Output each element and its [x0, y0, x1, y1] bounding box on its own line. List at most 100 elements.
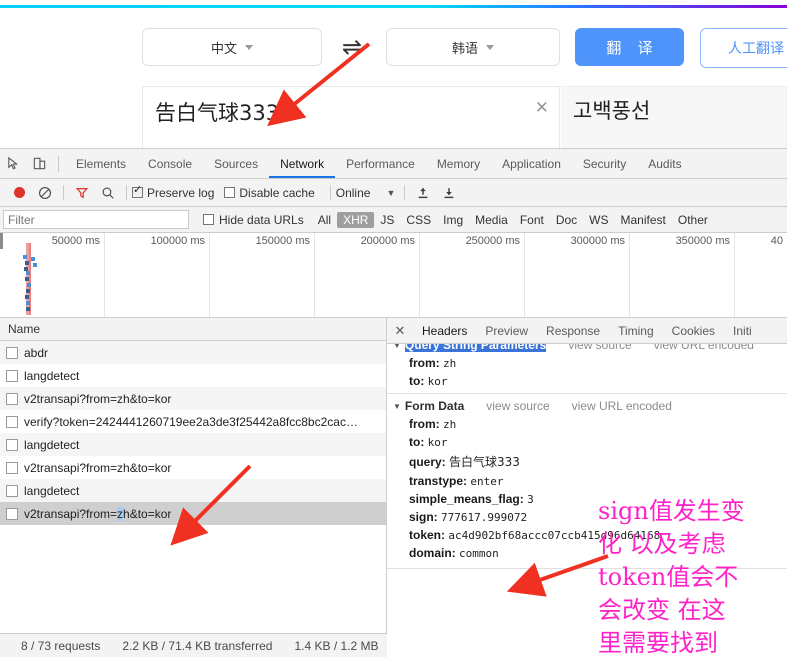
checkbox-icon: [132, 183, 143, 198]
source-language-label: 中文: [210, 40, 237, 56]
table-row[interactable]: langdetect: [0, 364, 386, 387]
view-source-link[interactable]: view source: [486, 399, 549, 413]
inspect-element-icon[interactable]: [0, 149, 26, 178]
view-url-encoded-link[interactable]: view URL encoded: [572, 399, 672, 413]
param-key: to:: [409, 435, 425, 449]
network-status-bar: 8 / 73 requests 2.2 KB / 71.4 KB transfe…: [0, 633, 387, 657]
param-value: enter: [470, 475, 504, 488]
type-filter-all[interactable]: All: [312, 212, 337, 228]
overview-tick-label: 100000 ms: [150, 235, 205, 247]
request-list-header[interactable]: Name: [0, 318, 386, 341]
type-filter-js[interactable]: JS: [374, 212, 400, 228]
row-checkbox-icon[interactable]: [6, 415, 18, 428]
swap-languages-icon[interactable]: ⇌: [334, 34, 370, 62]
checkbox-icon: [203, 214, 214, 225]
table-row-selected[interactable]: v2transapi?from=zh&to=kor: [0, 502, 386, 525]
details-tab-headers[interactable]: Headers: [413, 318, 476, 343]
devtools-tab-audits[interactable]: Audits: [637, 149, 692, 178]
type-filter-xhr[interactable]: XHR: [337, 211, 375, 228]
details-tab-preview[interactable]: Preview: [476, 318, 537, 343]
table-row[interactable]: langdetect: [0, 433, 386, 456]
source-language-select[interactable]: 中文: [142, 28, 322, 66]
query-string-parameters-section-header[interactable]: ▼ Query String Parameters view source vi…: [387, 344, 787, 354]
devtools-tab-console[interactable]: Console: [137, 149, 203, 178]
request-list-pane: Name abdr langdetect v2transapi?from=zh&…: [0, 318, 387, 636]
devtools-tab-security[interactable]: Security: [572, 149, 637, 178]
overview-blip: [33, 263, 37, 267]
row-checkbox-icon[interactable]: [6, 369, 18, 382]
request-name: abdr: [24, 345, 49, 360]
overview-tick-label: 40: [770, 235, 783, 247]
human-translate-button[interactable]: 人工翻译: [700, 28, 787, 68]
network-toolbar: Preserve log Disable cache Online ▼: [0, 179, 787, 207]
hide-data-urls-checkbox[interactable]: Hide data URLs: [203, 213, 304, 227]
details-tab-cookies[interactable]: Cookies: [663, 318, 724, 343]
table-row[interactable]: abdr: [0, 341, 386, 364]
devtools-tab-network[interactable]: Network: [269, 149, 335, 178]
overview-blip: [26, 301, 30, 305]
devtools-tab-performance[interactable]: Performance: [335, 149, 426, 178]
type-filter-manifest[interactable]: Manifest: [615, 212, 672, 228]
table-row[interactable]: v2transapi?from=zh&to=kor: [0, 456, 386, 479]
preserve-log-checkbox[interactable]: Preserve log: [132, 183, 214, 200]
param-key: simple_means_flag:: [409, 492, 524, 506]
table-row[interactable]: verify?token=2424441260719ee2a3de3f25442…: [0, 410, 386, 433]
devtools-tab-elements[interactable]: Elements: [65, 149, 137, 178]
row-checkbox-icon[interactable]: [6, 507, 18, 520]
row-checkbox-icon[interactable]: [6, 346, 18, 359]
translation-result-area: 고백풍선: [561, 86, 787, 148]
resource-type-filters: All XHR JS CSS Img Media Font Doc WS Man…: [312, 211, 714, 228]
disable-cache-checkbox[interactable]: Disable cache: [224, 186, 315, 200]
view-url-encoded-link[interactable]: view URL encoded: [654, 344, 754, 352]
translate-button[interactable]: 翻 译: [575, 28, 684, 66]
search-button[interactable]: [95, 180, 121, 206]
clear-button[interactable]: [32, 180, 58, 206]
type-filter-img[interactable]: Img: [437, 212, 469, 228]
type-filter-doc[interactable]: Doc: [550, 212, 583, 228]
view-source-link[interactable]: view source: [568, 344, 631, 352]
row-checkbox-icon[interactable]: [6, 438, 18, 451]
divider: [404, 185, 406, 200]
type-filter-css[interactable]: CSS: [400, 212, 437, 228]
clear-icon[interactable]: ✕: [535, 99, 549, 116]
throttling-select[interactable]: Online ▼: [336, 186, 396, 200]
close-icon[interactable]: ✕: [387, 323, 413, 339]
throttling-value: Online: [335, 185, 371, 200]
details-tab-initiator[interactable]: Initi: [724, 318, 761, 343]
row-checkbox-icon[interactable]: [6, 392, 18, 405]
query-param-row: to: kor: [387, 372, 787, 390]
row-checkbox-icon[interactable]: [6, 484, 18, 497]
details-tab-response[interactable]: Response: [537, 318, 609, 343]
filter-input[interactable]: [3, 210, 189, 229]
table-row[interactable]: langdetect: [0, 479, 386, 502]
devtools-tab-memory[interactable]: Memory: [426, 149, 491, 178]
details-tab-timing[interactable]: Timing: [609, 318, 663, 343]
row-checkbox-icon[interactable]: [6, 461, 18, 474]
network-overview-timeline[interactable]: 50000 ms 100000 ms 150000 ms 200000 ms 2…: [0, 233, 787, 318]
device-toolbar-icon[interactable]: [26, 149, 52, 178]
divider: [329, 185, 331, 200]
overview-tick-label: 50000 ms: [51, 235, 100, 247]
form-data-section-header[interactable]: ▼ Form Data view source view URL encoded: [387, 397, 787, 415]
source-text-area[interactable]: 告白气球333 ✕: [142, 86, 560, 148]
param-key: to:: [409, 374, 425, 388]
type-filter-font[interactable]: Font: [514, 212, 550, 228]
record-button[interactable]: [6, 180, 32, 206]
param-key: from:: [409, 417, 440, 431]
devtools-tab-sources[interactable]: Sources: [203, 149, 269, 178]
overview-tick-label: 300000 ms: [570, 235, 625, 247]
table-row[interactable]: v2transapi?from=zh&to=kor: [0, 387, 386, 410]
target-language-select[interactable]: 韩语: [386, 28, 560, 66]
import-har-button[interactable]: [410, 180, 436, 206]
filter-button[interactable]: [69, 180, 95, 206]
request-name: v2transapi?from=zh&to=kor: [24, 391, 172, 406]
chevron-down-icon: [486, 44, 494, 50]
divider: [387, 393, 787, 394]
type-filter-other[interactable]: Other: [672, 212, 714, 228]
param-value: 告白气球333: [449, 455, 520, 469]
overview-tick-label: 350000 ms: [675, 235, 730, 247]
type-filter-ws[interactable]: WS: [583, 212, 614, 228]
devtools-tab-application[interactable]: Application: [491, 149, 572, 178]
type-filter-media[interactable]: Media: [469, 212, 514, 228]
export-har-button[interactable]: [436, 180, 462, 206]
